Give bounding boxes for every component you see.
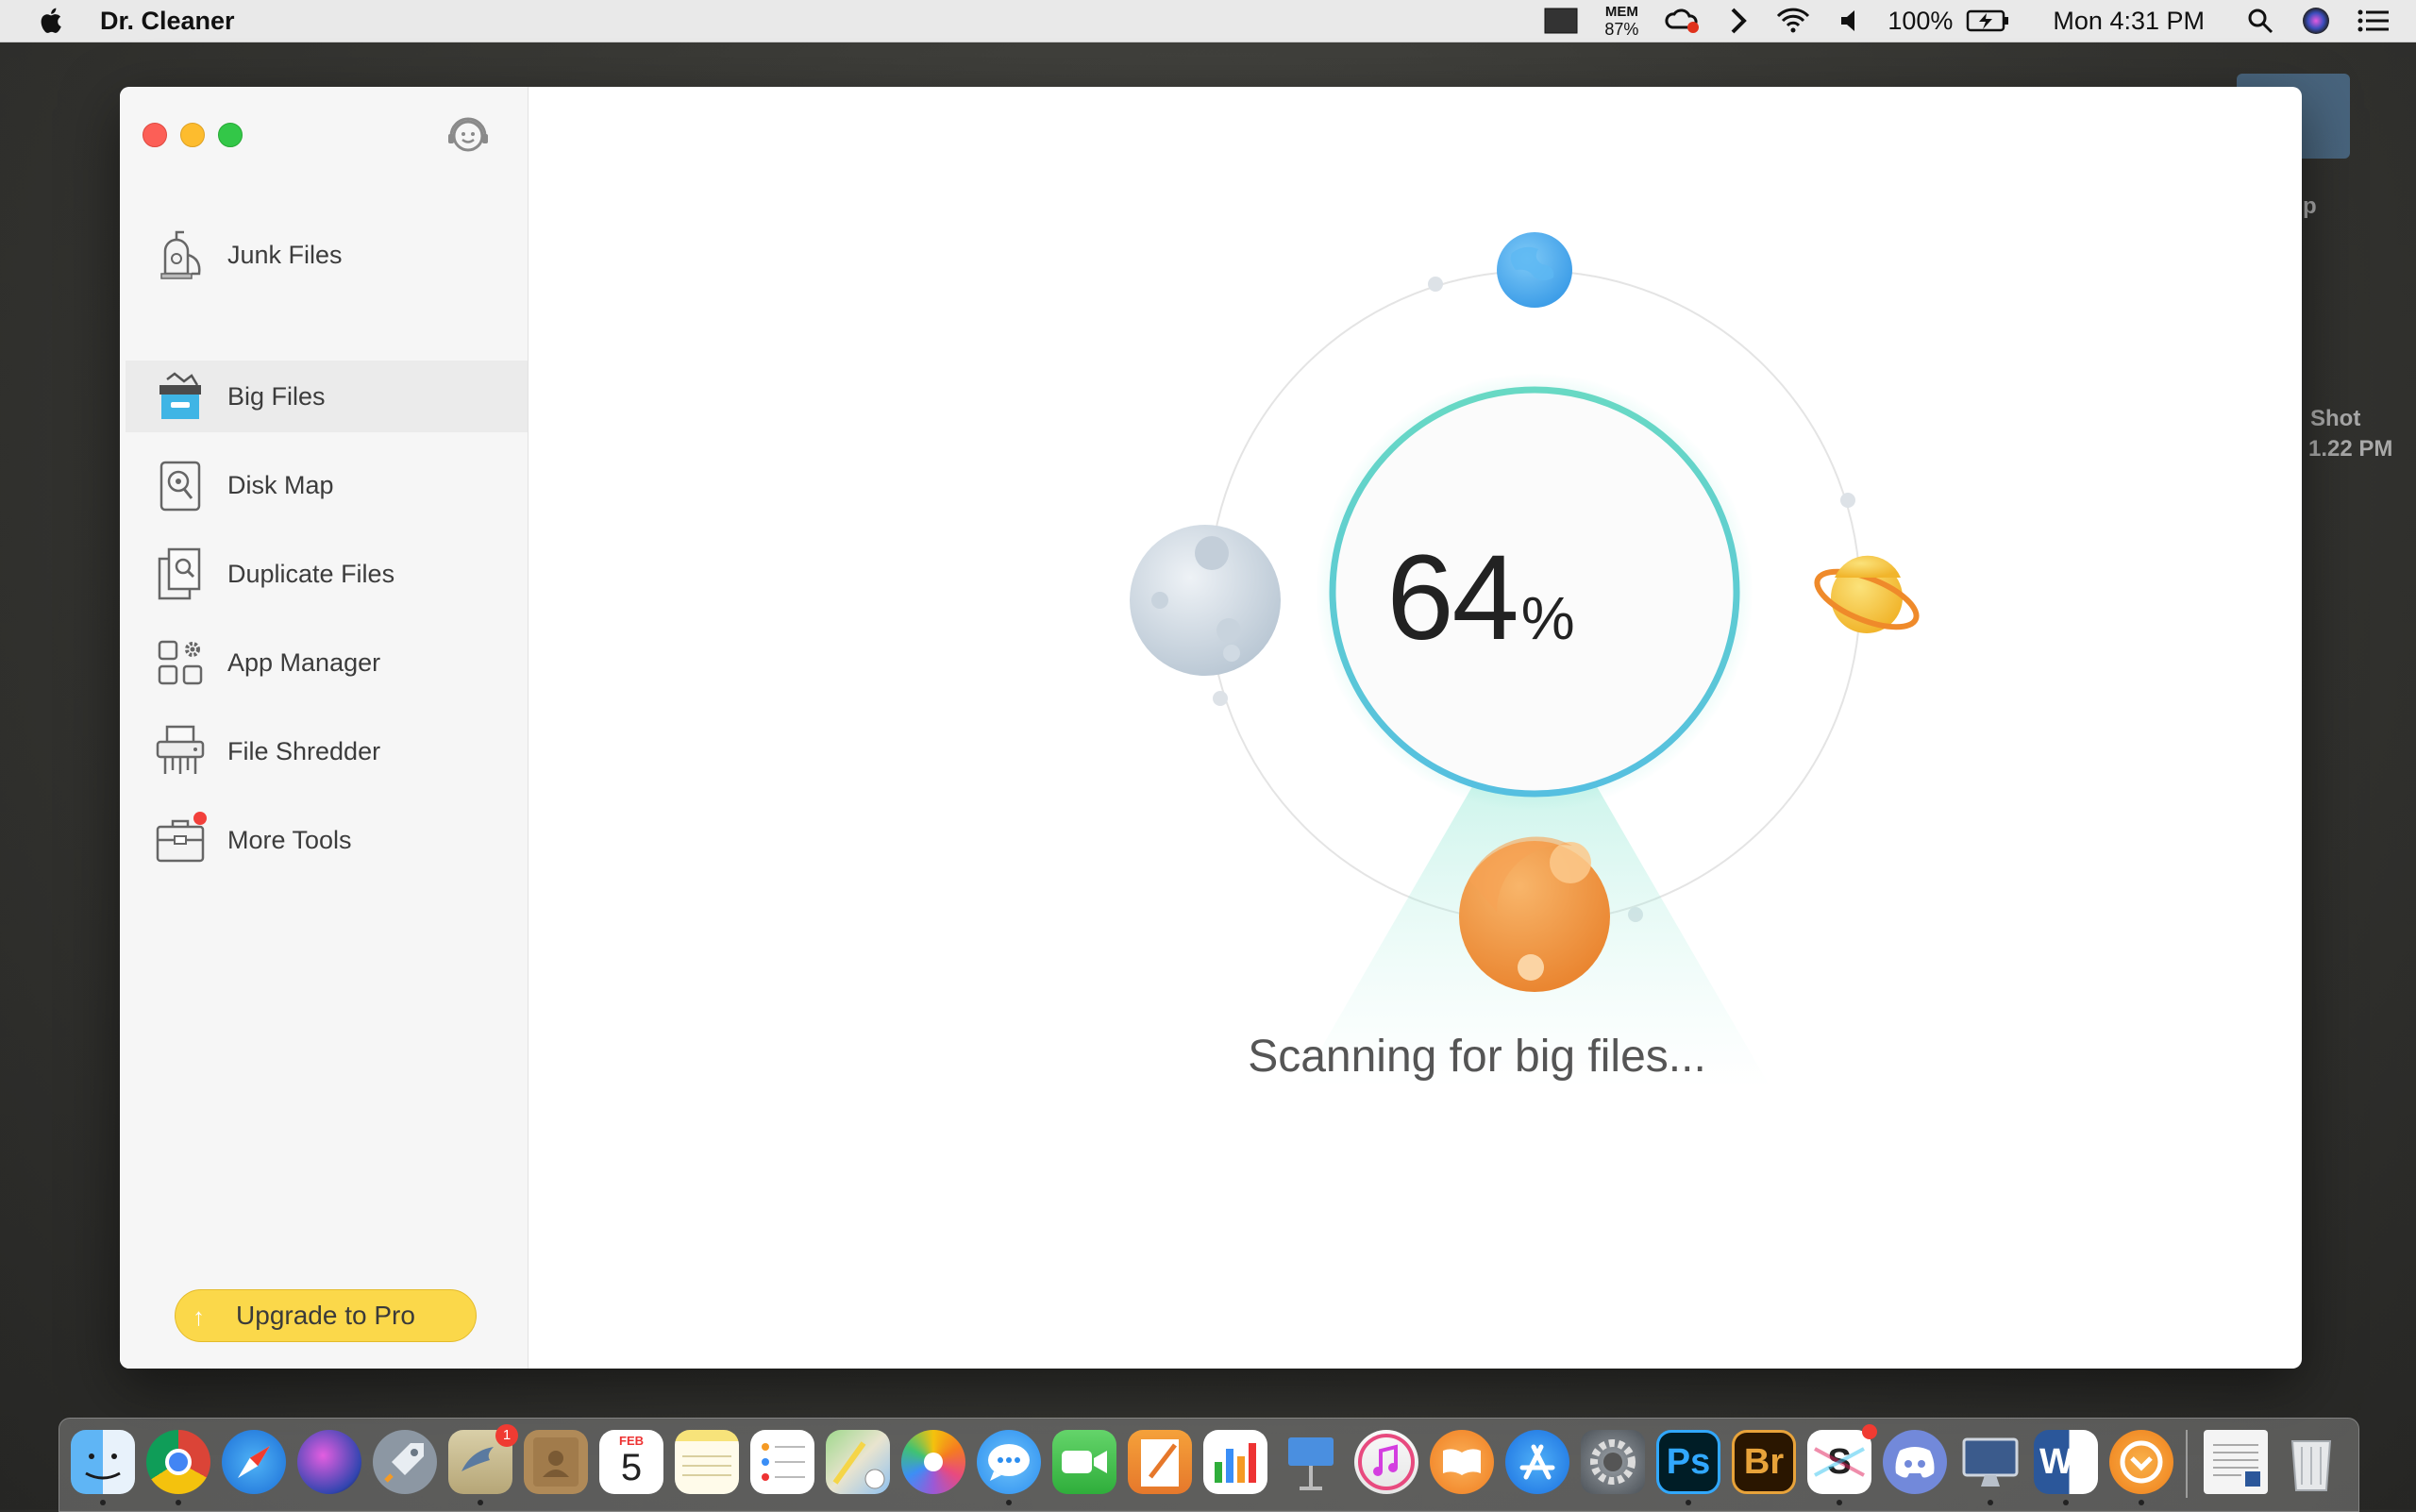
sidebar-item-label: Junk Files — [227, 240, 343, 269]
spotlight-search-icon[interactable] — [2246, 7, 2274, 35]
launchpad-icon[interactable] — [373, 1430, 437, 1494]
menu-bar: Dr. Cleaner MEM 87% 100% Mon 4:31 PM — [0, 0, 2416, 42]
sidebar-item-more-tools[interactable]: More Tools — [126, 804, 528, 876]
window-close-button[interactable] — [143, 123, 167, 147]
dr-cleaner-window: Junk Files Big Files Disk Map Duplicate … — [120, 87, 2302, 1369]
window-maximize-button[interactable] — [218, 123, 243, 147]
pages-icon[interactable] — [1128, 1430, 1192, 1494]
desktop-screenshot-label[interactable]: Shot — [2310, 406, 2360, 432]
safari-icon[interactable] — [222, 1430, 286, 1494]
sidebar-item-duplicate-files[interactable]: Duplicate Files — [126, 538, 528, 610]
battery-icon[interactable] — [1966, 8, 2011, 34]
bridge-icon[interactable]: Br — [1732, 1430, 1796, 1494]
toolbox-icon — [152, 812, 209, 868]
desktop-screenshot-time[interactable]: 1.22 PM — [2308, 436, 2392, 462]
desktop-item-label[interactable]: p — [2303, 193, 2317, 220]
photoshop-icon[interactable]: Ps — [1656, 1430, 1720, 1494]
sidebar-item-label: Disk Map — [227, 470, 334, 499]
sidebar-item-label: Big Files — [227, 381, 326, 411]
progress-percent: 64% — [1319, 529, 1640, 667]
big-files-box-icon — [159, 372, 201, 419]
upgrade-label: Upgrade to Pro — [236, 1301, 415, 1330]
sidebar: Junk Files Big Files Disk Map Duplicate … — [120, 87, 528, 1369]
sidebar-item-disk-map[interactable]: Disk Map — [126, 449, 528, 521]
trash-icon[interactable] — [2279, 1430, 2343, 1494]
sidebar-item-app-manager[interactable]: App Manager — [126, 627, 528, 698]
vacuum-icon — [160, 230, 201, 279]
notification-center-icon[interactable] — [2357, 8, 2390, 34]
mail-icon[interactable]: 1 — [448, 1424, 518, 1494]
calendar-day: 5 — [620, 1447, 643, 1488]
clock[interactable]: Mon 4:31 PM — [2053, 7, 2205, 36]
finder-icon[interactable] — [71, 1430, 135, 1494]
word-icon[interactable]: W — [2034, 1430, 2098, 1494]
dock: 1 FEB 5 Ps Br W — [59, 1418, 2359, 1512]
ringed-planet — [1814, 555, 1920, 633]
chrome-icon[interactable] — [146, 1430, 210, 1494]
contacts-icon[interactable] — [524, 1430, 588, 1494]
sidebar-item-label: More Tools — [227, 825, 352, 854]
sidebar-item-label: App Manager — [227, 647, 381, 677]
battery-percent: 100% — [1888, 6, 1954, 35]
disk-map-icon — [159, 461, 201, 512]
photoshop-label: Ps — [1666, 1441, 1711, 1482]
system-preferences-icon[interactable] — [1581, 1430, 1645, 1494]
bridge-label: Br — [1743, 1441, 1785, 1482]
upgrade-to-pro-button[interactable]: ↑ Upgrade to Pro — [175, 1289, 477, 1342]
app-menu-name[interactable]: Dr. Cleaner — [100, 7, 235, 36]
sidebar-item-label: File Shredder — [227, 736, 381, 765]
new-badge-dot — [193, 812, 207, 825]
shredder-icon — [156, 725, 205, 774]
mail-badge: 1 — [495, 1424, 518, 1447]
memory-label: MEM — [1604, 4, 1638, 20]
memory-indicator[interactable]: MEM 87% — [1604, 4, 1638, 38]
app-manager-icon — [158, 640, 203, 685]
scan-status-text: Scanning for big files... — [1248, 1032, 1706, 1082]
support-headset-icon[interactable] — [445, 111, 492, 159]
arrow-up-icon: ↑ — [193, 1302, 205, 1331]
maps-icon[interactable] — [826, 1430, 890, 1494]
itunes-icon[interactable] — [1354, 1430, 1418, 1494]
grey-moon — [1130, 525, 1281, 676]
messages-icon[interactable] — [977, 1430, 1041, 1494]
screen-sharing-icon[interactable] — [1958, 1430, 2022, 1494]
sidebar-item-file-shredder[interactable]: File Shredder — [126, 715, 528, 787]
facetime-icon[interactable] — [1052, 1430, 1116, 1494]
calendar-month: FEB — [619, 1434, 644, 1448]
slack-icon[interactable]: S — [1807, 1424, 1877, 1494]
volume-icon[interactable] — [1838, 7, 1861, 35]
memory-value: 87% — [1604, 20, 1639, 39]
siri-app-icon[interactable] — [297, 1430, 361, 1494]
numbers-icon[interactable] — [1203, 1430, 1267, 1494]
slack-badge-dot — [1862, 1424, 1877, 1439]
sidebar-item-big-files[interactable]: Big Files — [126, 361, 528, 432]
ibooks-icon[interactable] — [1430, 1430, 1494, 1494]
notes-icon[interactable] — [675, 1430, 739, 1494]
siri-icon[interactable] — [2301, 6, 2331, 36]
creative-cloud-icon[interactable] — [1665, 7, 1703, 35]
dr-cleaner-dock-icon[interactable] — [2109, 1430, 2173, 1494]
dock-separator — [2186, 1430, 2188, 1498]
percent-sign: % — [1520, 584, 1575, 652]
keynote-icon[interactable] — [1279, 1430, 1343, 1494]
duplicate-files-icon — [158, 547, 201, 600]
discord-icon[interactable] — [1883, 1430, 1947, 1494]
window-minimize-button[interactable] — [180, 123, 205, 147]
chevron-right-icon[interactable] — [1729, 7, 1748, 35]
blue-planet — [1497, 232, 1572, 308]
sidebar-item-junk-files[interactable]: Junk Files — [126, 219, 528, 291]
sidebar-item-label: Duplicate Files — [227, 559, 395, 588]
calendar-icon[interactable]: FEB 5 — [599, 1430, 663, 1494]
apple-menu-icon[interactable] — [36, 5, 68, 37]
word-label: W — [2039, 1441, 2073, 1482]
main-panel: 64% Scanning for big files... — [528, 87, 2302, 1369]
scan-illustration — [1130, 232, 1920, 1087]
wifi-icon[interactable] — [1774, 7, 1812, 35]
display-icon[interactable] — [1544, 7, 1578, 35]
reminders-icon[interactable] — [750, 1430, 814, 1494]
document-stack-icon[interactable] — [2204, 1430, 2268, 1494]
app-store-icon[interactable] — [1505, 1430, 1569, 1494]
progress-value: 64 — [1386, 530, 1518, 665]
photos-icon[interactable] — [901, 1430, 965, 1494]
